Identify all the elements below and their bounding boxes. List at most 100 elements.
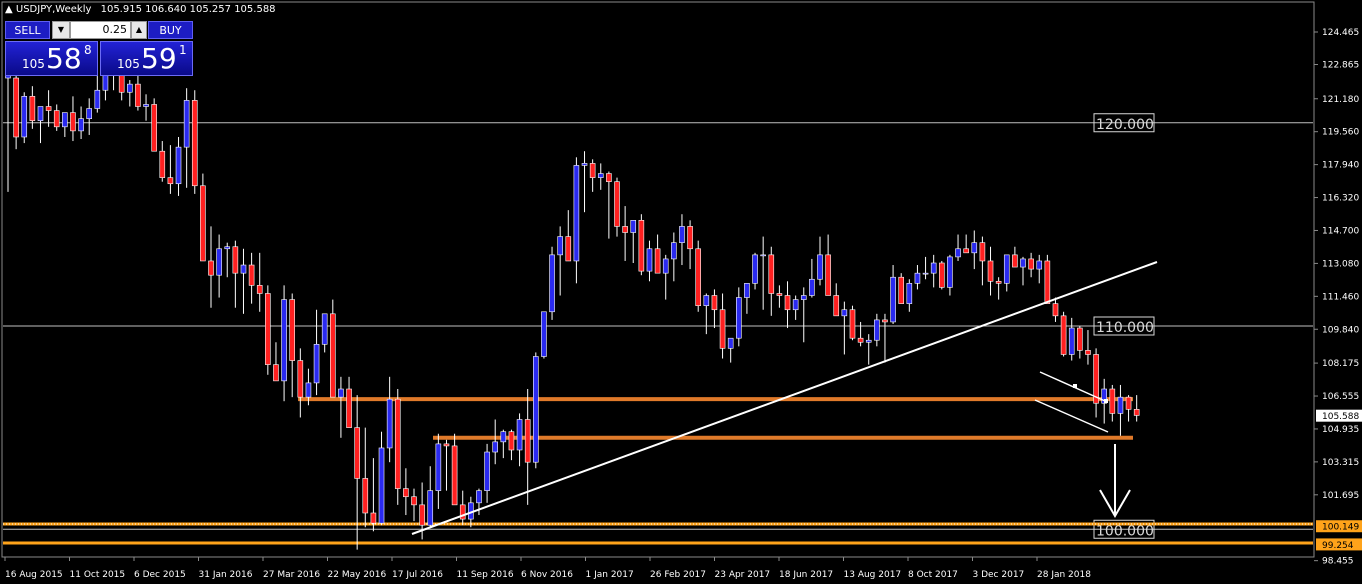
candle-body <box>971 242 978 254</box>
candle-body <box>476 490 482 504</box>
candle-body <box>1060 315 1067 355</box>
candle-body <box>800 295 807 300</box>
candle-body <box>338 388 344 398</box>
chart-frame <box>1 1 1315 558</box>
candle-body <box>541 311 547 357</box>
collapse-icon[interactable]: ▲ <box>5 4 13 15</box>
buy-price-button[interactable]: 105 59 1 <box>100 41 193 76</box>
candle-body <box>37 106 44 122</box>
price-tick-label: 111.460 <box>1322 292 1359 302</box>
candle-body <box>53 110 60 128</box>
buy-button[interactable]: BUY <box>148 21 193 39</box>
price-tick-label: 109.840 <box>1322 325 1359 335</box>
candle-body <box>492 441 499 453</box>
price-tick-label: 106.555 <box>1322 392 1359 402</box>
price-tick-label: 119.560 <box>1322 128 1359 138</box>
candle-body <box>833 295 840 317</box>
candle-body <box>589 163 596 178</box>
candle-body <box>524 419 531 463</box>
candle-body <box>273 364 279 382</box>
candle-body <box>403 488 409 498</box>
date-tick-label: 6 Nov 2016 <box>521 570 573 580</box>
candle-body <box>947 256 953 288</box>
candle-body <box>1012 254 1018 268</box>
candle-body <box>62 112 68 128</box>
candle-body <box>143 104 149 107</box>
candle-body <box>671 242 677 260</box>
current-price-tag: 105.588 <box>1322 412 1359 422</box>
candle-body <box>914 272 921 284</box>
candle-body <box>29 96 36 122</box>
date-tick-label: 23 Apr 2017 <box>715 570 771 580</box>
candle-body <box>865 339 872 343</box>
candle-body <box>532 356 539 463</box>
candle-body <box>248 264 255 286</box>
level-label: 100.000 <box>1096 523 1154 539</box>
candle-body <box>256 285 263 294</box>
candle-body <box>1085 350 1091 355</box>
candle-body <box>784 295 791 311</box>
candle-body <box>240 264 247 274</box>
candle-body <box>922 272 929 275</box>
candle-body <box>175 146 182 185</box>
date-tick-label: 26 Feb 2017 <box>650 570 706 580</box>
candle-body <box>719 309 726 349</box>
candle-body <box>232 246 239 274</box>
candle-body <box>849 309 856 339</box>
candle-body <box>1028 258 1034 270</box>
candle-body <box>167 177 174 185</box>
price-tick-label: 98.455 <box>1322 557 1354 567</box>
candle-body <box>313 343 320 384</box>
candle-body <box>45 106 52 111</box>
candle-body <box>13 77 19 138</box>
buy-price-pipette: 1 <box>179 43 187 57</box>
level-price-tag: 99.254 <box>1322 541 1354 551</box>
candle-body <box>890 276 896 323</box>
symbol-label: USDJPY,Weekly <box>15 4 92 15</box>
candle-body <box>841 309 848 317</box>
candle-body <box>597 173 604 178</box>
candle-body <box>1052 303 1059 317</box>
candle-body <box>346 388 352 428</box>
candle-body <box>443 443 450 447</box>
candle-body <box>557 236 563 256</box>
date-tick-label: 11 Sep 2016 <box>457 570 514 580</box>
candle-body <box>516 419 523 451</box>
candle-body <box>938 262 945 288</box>
candle-body <box>963 248 969 254</box>
candle-body <box>208 260 214 276</box>
candle-body <box>646 248 653 272</box>
price-chart[interactable]: 120.000 110.000 100.000 124.465 122.865 121.… <box>0 0 1362 584</box>
price-tick-label: 121.180 <box>1322 95 1359 105</box>
candle-body <box>662 258 669 274</box>
candle-body <box>606 173 612 182</box>
candle-body <box>362 478 369 514</box>
date-tick-label: 31 Jan 2016 <box>199 570 253 580</box>
sell-button[interactable]: SELL <box>5 21 50 39</box>
candle-body <box>1133 409 1140 416</box>
candle-body <box>638 220 645 272</box>
candle-body <box>906 283 913 304</box>
price-tick-label: 116.320 <box>1322 194 1359 204</box>
candle-body <box>70 112 76 132</box>
candle-body <box>1109 388 1116 414</box>
candle-body <box>898 276 905 304</box>
level-label: 120.000 <box>1096 117 1154 133</box>
lot-increase-icon[interactable]: ▲ <box>131 21 147 39</box>
date-tick-label: 8 Oct 2017 <box>908 570 958 580</box>
lot-dropdown-icon[interactable]: ▼ <box>52 21 70 39</box>
candle-body <box>281 299 287 382</box>
date-tick-label: 16 Aug 2015 <box>5 570 63 580</box>
price-tick-label: 108.175 <box>1322 359 1359 369</box>
candle-body <box>825 254 831 296</box>
candle-body <box>329 313 336 398</box>
date-tick-label: 28 Jan 2018 <box>1037 570 1091 580</box>
sell-price-digits: 58 <box>46 42 82 75</box>
lot-size-input[interactable]: 0.25 <box>70 21 131 39</box>
candle-body <box>930 262 937 274</box>
candle-body <box>654 248 661 274</box>
candle-body <box>711 295 718 311</box>
candle-body <box>451 445 458 506</box>
sell-price-prefix: 105 <box>22 57 45 71</box>
sell-price-button[interactable]: 105 58 8 <box>5 41 98 76</box>
